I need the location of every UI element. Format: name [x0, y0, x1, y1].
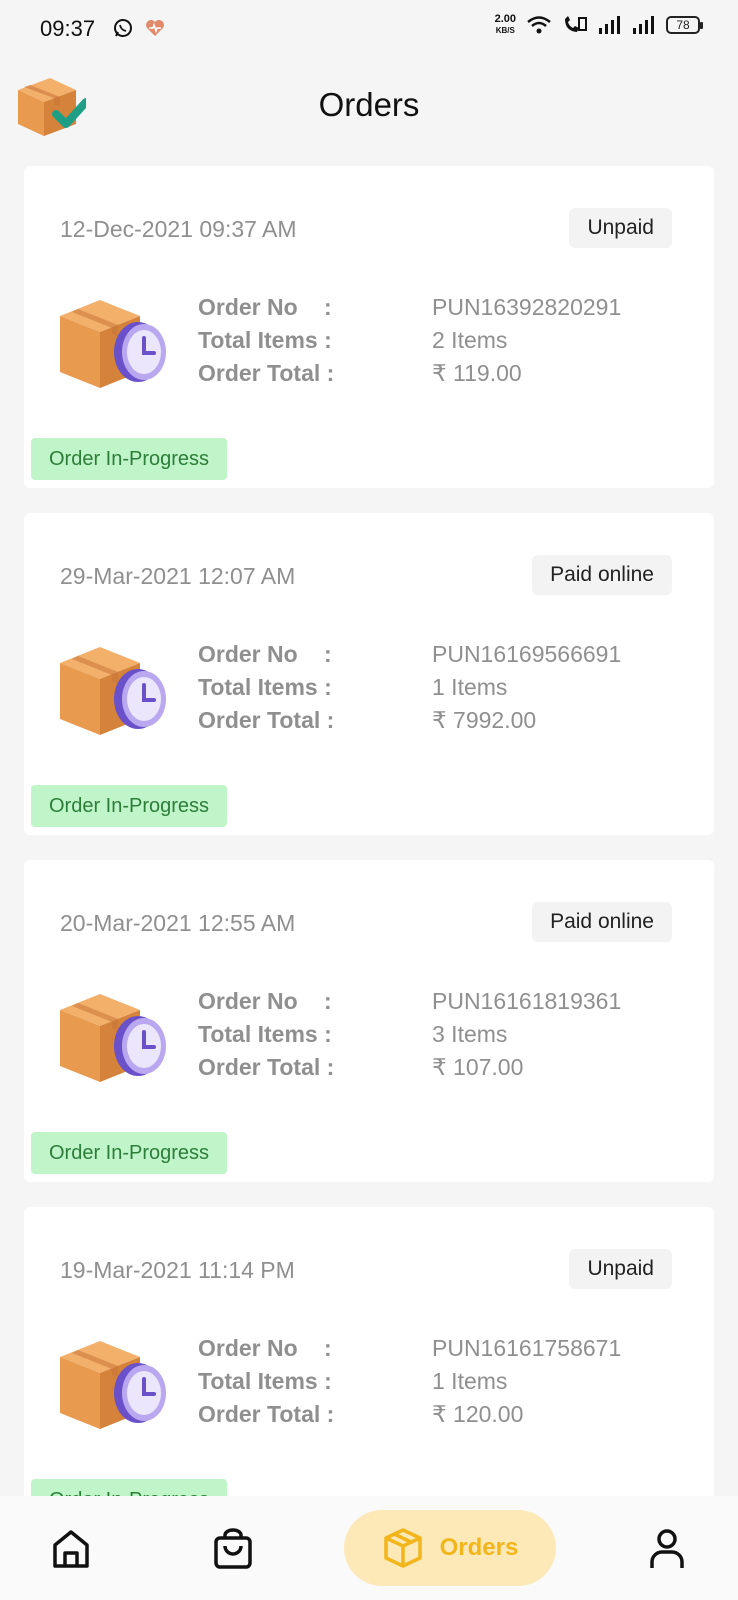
order-total-value: ₹ 107.00: [432, 1054, 524, 1080]
order-total-label: Order Total :: [198, 1401, 335, 1427]
total-items-value: 1 Items: [432, 1368, 508, 1394]
total-items-value: 2 Items: [432, 327, 508, 353]
page-title: Orders: [318, 86, 420, 123]
total-items-label: Total Items :: [198, 1021, 332, 1047]
volte-call-icon: [565, 16, 587, 32]
network-speed: 2.00 KB/S: [494, 13, 516, 36]
signal-icon-1: [599, 16, 620, 34]
payment-status-badge: Paid online: [532, 555, 672, 595]
nav-orders-tab[interactable]: Orders: [344, 1510, 556, 1586]
order-details: Order No: PUN16392820291 Total Items : 2…: [198, 294, 621, 393]
status-bar: 09:37 2.00 KB/S 78: [0, 0, 738, 56]
package-clock-icon: [60, 1341, 166, 1429]
order-total-label: Order Total :: [198, 1054, 335, 1080]
order-date: 20-Mar-2021 12:55 AM: [60, 910, 296, 936]
total-items-label: Total Items :: [198, 674, 332, 700]
order-card[interactable]: 29-Mar-2021 12:07 AM Paid online Order N…: [24, 513, 714, 835]
total-items-label: Total Items :: [198, 327, 332, 353]
order-no-value: PUN16169566691: [432, 641, 622, 667]
order-no-value: PUN16392820291: [432, 294, 622, 320]
home-icon[interactable]: [48, 1526, 94, 1572]
order-card[interactable]: 19-Mar-2021 11:14 PM Unpaid Order No: PU…: [24, 1207, 714, 1529]
order-date: 12-Dec-2021 09:37 AM: [60, 216, 297, 242]
order-no-value: PUN16161758671: [432, 1335, 622, 1361]
order-no-label: Order No: [198, 1335, 298, 1361]
shopping-bag-icon[interactable]: [210, 1526, 256, 1572]
order-card[interactable]: 20-Mar-2021 12:55 AM Paid online Order N…: [24, 860, 714, 1182]
status-time: 09:37: [40, 16, 96, 41]
total-items-value: 1 Items: [432, 674, 508, 700]
order-date: 29-Mar-2021 12:07 AM: [60, 563, 296, 589]
order-no-label: Order No: [198, 641, 298, 667]
user-icon[interactable]: [644, 1526, 690, 1572]
order-no-label: Order No: [198, 294, 298, 320]
app-header: Orders: [0, 60, 738, 160]
total-items-label: Total Items :: [198, 1368, 332, 1394]
wifi-icon: [527, 16, 551, 34]
health-icon: [146, 20, 164, 36]
order-no-value: PUN16161819361: [432, 988, 622, 1014]
order-details: Order No: PUN16161819361 Total Items : 3…: [198, 988, 621, 1087]
order-details: Order No: PUN16169566691 Total Items : 1…: [198, 641, 621, 740]
payment-status-badge: Paid online: [532, 902, 672, 942]
package-clock-icon: [60, 994, 166, 1082]
order-total-label: Order Total :: [198, 707, 335, 733]
order-total-value: ₹ 119.00: [432, 360, 522, 386]
order-card[interactable]: 12-Dec-2021 09:37 AM Unpaid Order No: PU…: [24, 166, 714, 488]
bottom-navigation: Orders: [0, 1496, 738, 1600]
order-status-chip: Order In-Progress: [31, 785, 228, 827]
signal-icon-2: [633, 16, 654, 34]
payment-status-badge: Unpaid: [569, 208, 672, 248]
payment-status-badge: Unpaid: [569, 1249, 672, 1289]
package-clock-icon: [60, 300, 166, 388]
whatsapp-icon: [114, 19, 132, 37]
order-total-label: Order Total :: [198, 360, 335, 386]
orders-box-icon: [383, 1528, 422, 1568]
order-status-chip: Order In-Progress: [31, 1132, 228, 1174]
order-date: 19-Mar-2021 11:14 PM: [60, 1257, 295, 1283]
total-items-value: 3 Items: [432, 1021, 508, 1047]
battery-indicator: 78: [666, 16, 703, 34]
order-total-value: ₹ 120.00: [432, 1401, 524, 1427]
order-details: Order No: PUN16161758671 Total Items : 1…: [198, 1335, 621, 1434]
package-clock-icon: [60, 647, 166, 735]
nav-orders-label: Orders: [439, 1534, 519, 1561]
order-status-chip: Order In-Progress: [31, 438, 228, 480]
order-total-value: ₹ 7992.00: [432, 707, 537, 733]
order-no-label: Order No: [198, 988, 298, 1014]
